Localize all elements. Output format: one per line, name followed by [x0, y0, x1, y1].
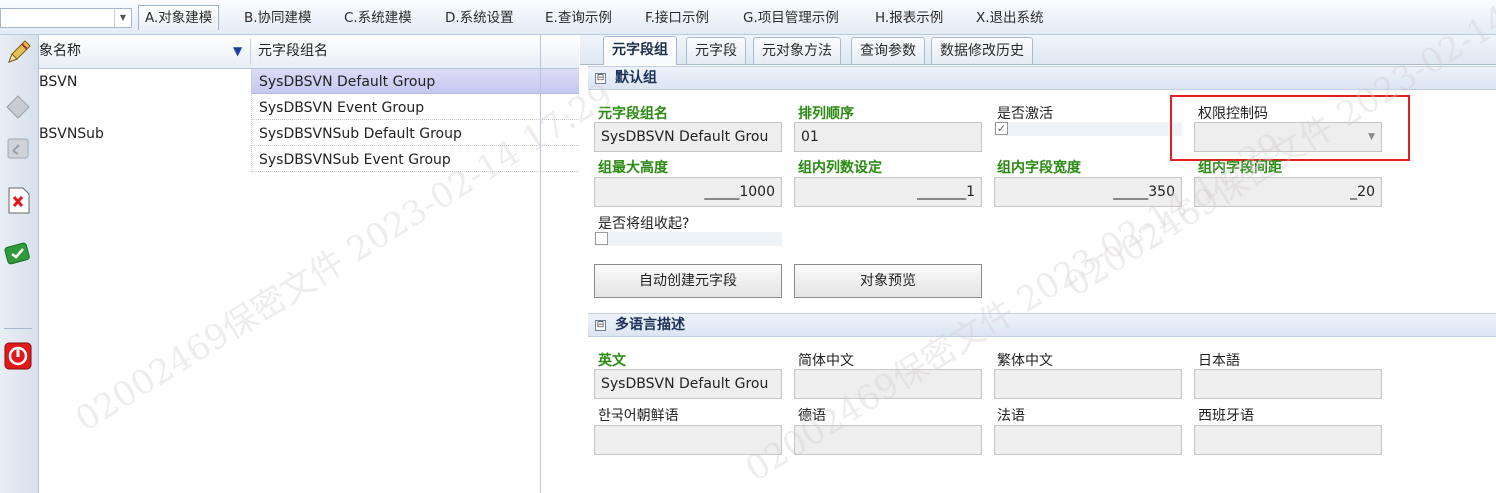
- splitter[interactable]: [540, 35, 541, 493]
- table-row[interactable]: BSVN SysDBSVN Default Group: [39, 69, 579, 95]
- delete-icon[interactable]: [3, 185, 33, 215]
- chevron-down-icon[interactable]: ▼: [114, 9, 131, 27]
- side-toolbar: [0, 35, 39, 493]
- menu-object-modeling[interactable]: A.对象建模: [138, 5, 220, 30]
- simplified-chinese-field[interactable]: [794, 369, 982, 399]
- label-sort-order: 排列顺序: [798, 106, 854, 122]
- korean-field[interactable]: [594, 425, 782, 455]
- japanese-field[interactable]: [1194, 369, 1382, 399]
- column-header-object-name[interactable]: 象名称: [39, 35, 81, 68]
- max-height-field[interactable]: _____1000: [594, 177, 782, 207]
- exit-icon[interactable]: [3, 341, 33, 371]
- filter-icon[interactable]: ▼: [233, 44, 242, 58]
- grid-header: 象名称 ▼ 元字段组名: [39, 35, 579, 69]
- traditional-chinese-field[interactable]: [994, 369, 1182, 399]
- cell-object-name: [39, 95, 251, 121]
- menu-system-settings[interactable]: D.系统设置: [439, 6, 520, 30]
- disabled-undo-icon[interactable]: [3, 133, 33, 163]
- menu-system-modeling[interactable]: C.系统建模: [338, 6, 418, 30]
- label-japanese: 日本語: [1198, 353, 1240, 369]
- collapse-icon[interactable]: ⊟: [595, 72, 606, 84]
- tab-query-params[interactable]: 查询参数: [851, 37, 925, 64]
- label-collapse-group: 是否将组收起?: [598, 216, 690, 232]
- tab-strip: 元字段组 元字段 元对象方法 查询参数 数据修改历史: [580, 35, 1496, 65]
- auto-create-fields-button[interactable]: 自动创建元字段: [594, 264, 782, 298]
- label-korean: 한국어朝鲜语: [598, 408, 679, 424]
- tab-object-methods[interactable]: 元对象方法: [753, 37, 841, 64]
- label-german: 德语: [798, 408, 826, 424]
- column-header-group-name[interactable]: 元字段组名: [258, 35, 328, 68]
- table-row[interactable]: BSVNSub SysDBSVNSub Default Group: [39, 121, 579, 147]
- tab-fields[interactable]: 元字段: [686, 37, 746, 64]
- table-row[interactable]: SysDBSVNSub Event Group: [39, 147, 579, 173]
- label-field-width: 组内字段宽度: [997, 160, 1081, 176]
- menu-interface-examples[interactable]: F.接口示例: [639, 6, 715, 30]
- collapse-icon[interactable]: ⊟: [595, 319, 606, 331]
- group-title: 默认组: [615, 70, 657, 86]
- label-field-spacing: 组内字段间距: [1198, 160, 1282, 176]
- label-column-count: 组内列数设定: [798, 160, 882, 176]
- cell-object-name: [39, 147, 251, 173]
- label-french: 法语: [997, 408, 1025, 424]
- disabled-save-icon[interactable]: [3, 92, 33, 122]
- group-header-multilingual[interactable]: ⊟ 多语言描述: [588, 313, 1496, 337]
- field-width-field[interactable]: _____350: [994, 177, 1182, 207]
- label-spanish: 西班牙语: [1198, 408, 1254, 424]
- label-traditional-chinese: 繁体中文: [997, 353, 1053, 369]
- cell-group-name: SysDBSVNSub Default Group: [251, 121, 579, 146]
- french-field[interactable]: [994, 425, 1182, 455]
- cell-object-name: BSVN: [39, 69, 251, 95]
- highlight-box: [1170, 95, 1410, 161]
- cell-group-name: SysDBSVN Event Group: [251, 95, 579, 120]
- object-preview-button[interactable]: 对象预览: [794, 264, 982, 298]
- field-spacing-field[interactable]: _20: [1194, 177, 1382, 207]
- label-simplified-chinese: 简体中文: [798, 353, 854, 369]
- label-english: 英文: [598, 353, 626, 369]
- label-group-name: 元字段组名: [598, 106, 668, 122]
- main-menu-bar: ▼ A.对象建模 B.协同建模 C.系统建模 D.系统设置 E.查询示例 F.接…: [0, 0, 1496, 35]
- collapse-group-checkbox[interactable]: [595, 232, 608, 245]
- is-active-checkbox[interactable]: ✓: [995, 122, 1008, 135]
- column-count-field[interactable]: _______1: [794, 177, 982, 207]
- confirm-icon[interactable]: [3, 238, 33, 268]
- checkbox-background: [594, 232, 782, 246]
- menu-collab-modeling[interactable]: B.协同建模: [238, 6, 318, 30]
- table-row[interactable]: SysDBSVN Event Group: [39, 95, 579, 121]
- tab-field-groups[interactable]: 元字段组: [603, 36, 677, 65]
- column-divider: [250, 39, 251, 64]
- cell-object-name: BSVNSub: [39, 126, 104, 142]
- edit-pencil-icon[interactable]: [3, 38, 33, 68]
- menu-query-examples[interactable]: E.查询示例: [539, 6, 618, 30]
- cell-group-name: SysDBSVN Default Group: [251, 69, 579, 94]
- group-list-grid: 象名称 ▼ 元字段组名 BSVN SysDBSVN Default Group …: [39, 35, 579, 493]
- label-max-height: 组最大高度: [598, 160, 668, 176]
- group-title: 多语言描述: [615, 317, 685, 333]
- cell-group-name: SysDBSVNSub Event Group: [251, 147, 579, 172]
- menu-project-mgmt-examples[interactable]: G.项目管理示例: [737, 6, 845, 30]
- english-field[interactable]: SysDBSVN Default Grou: [594, 369, 782, 399]
- checkbox-background: [994, 122, 1182, 136]
- group-name-field[interactable]: SysDBSVN Default Grou: [594, 122, 782, 152]
- object-combo-box[interactable]: ▼: [0, 8, 132, 28]
- label-is-active: 是否激活: [997, 106, 1053, 122]
- tab-data-history[interactable]: 数据修改历史: [931, 37, 1033, 64]
- menu-exit-system[interactable]: X.退出系统: [970, 6, 1050, 30]
- spanish-field[interactable]: [1194, 425, 1382, 455]
- toolbar-divider: [4, 328, 32, 329]
- group-header-default[interactable]: ⊟ 默认组: [588, 66, 1496, 90]
- german-field[interactable]: [794, 425, 982, 455]
- menu-report-examples[interactable]: H.报表示例: [869, 6, 949, 30]
- sort-order-field[interactable]: 01: [794, 122, 982, 152]
